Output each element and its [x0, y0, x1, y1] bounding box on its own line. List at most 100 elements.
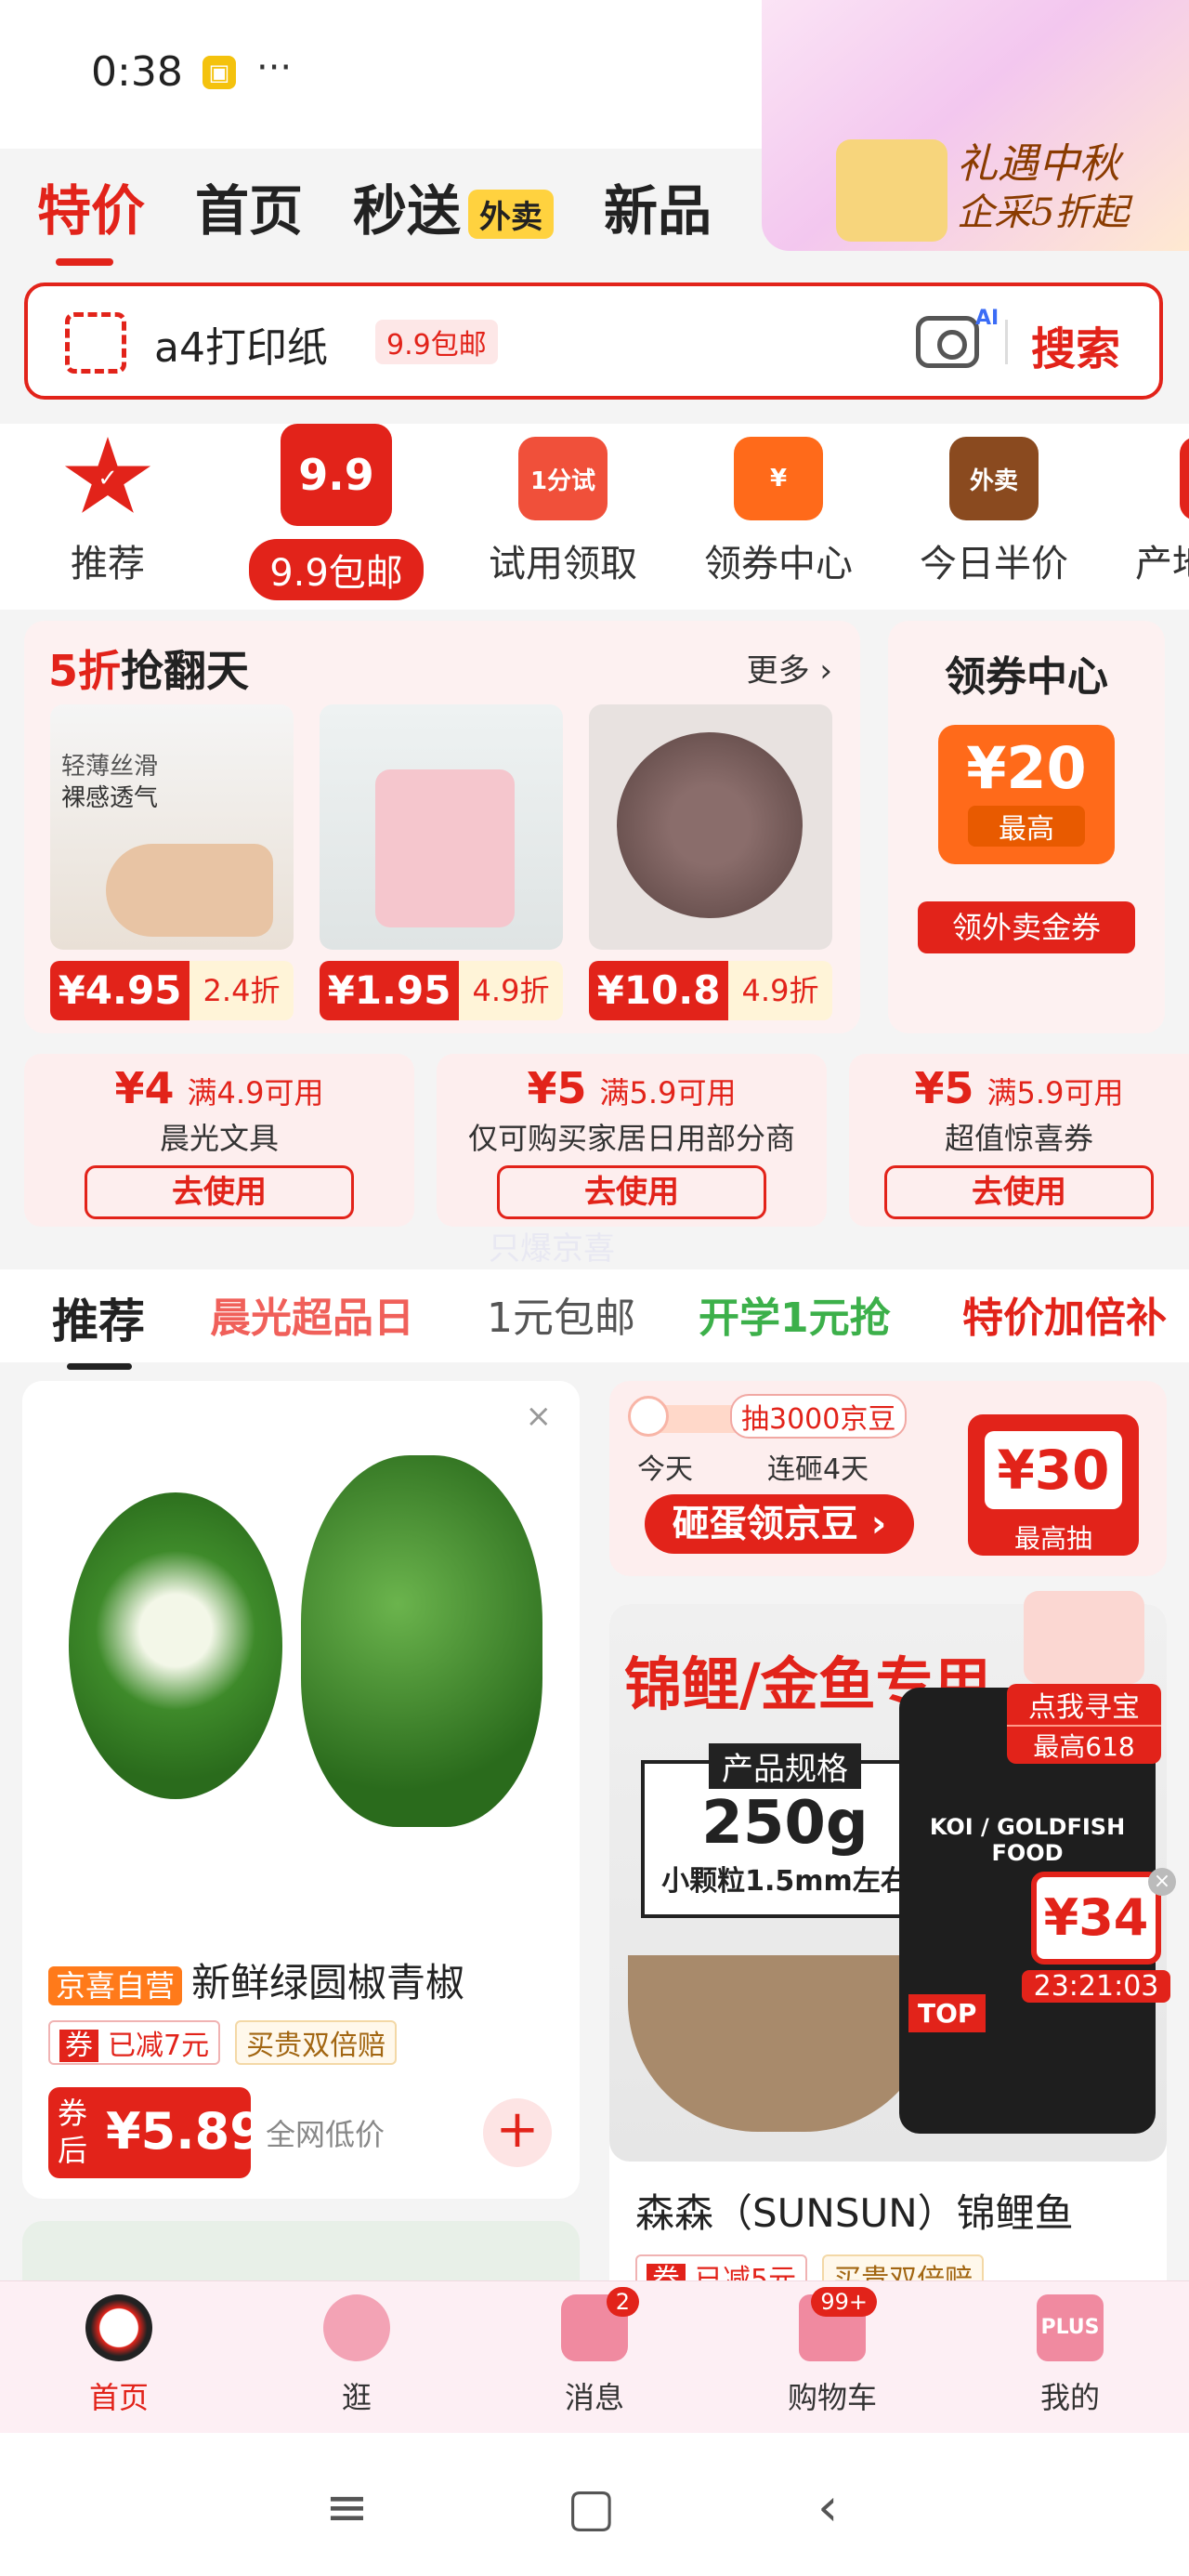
ai-badge: AI	[975, 307, 1000, 330]
coupon-condition: 满5.9可用	[599, 1075, 737, 1111]
feed-tab-one-yuan[interactable]: 1元包邮	[487, 1284, 635, 1344]
menu-icon[interactable]: ≡	[325, 2477, 369, 2538]
deal-product[interactable]: 轻薄丝滑 裸感透气 ¥4.95 2.4折	[50, 704, 294, 1020]
search-button[interactable]: 搜索	[1031, 312, 1120, 377]
progress-knob	[628, 1396, 669, 1437]
nav-home[interactable]: 首页	[54, 2294, 184, 2417]
buns-product-image	[589, 704, 832, 950]
notification-icon: ▣	[203, 56, 236, 89]
origin-icon	[1180, 437, 1189, 520]
category-trial[interactable]: 1分试 试用领取	[461, 424, 665, 587]
product-name: 森森（SUNSUN）锦鲤鱼	[635, 2190, 1074, 2236]
close-icon[interactable]: ×	[526, 1398, 553, 1435]
coupon-center-card[interactable]: 领券中心 ¥20 最高 领外卖金券	[888, 621, 1165, 1033]
low-price-label: 全网低价	[266, 2117, 385, 2152]
today-label: 今天	[637, 1453, 693, 1486]
smash-egg-card[interactable]: 抽3000京豆 今天 连砸4天 砸蛋领京豆 › ¥30 最高抽	[609, 1381, 1167, 1576]
bottom-navigation: 首页 逛 2 消息 99+ 购物车 PLUS 我的	[0, 2280, 1189, 2433]
category-label: 今日半价	[920, 543, 1068, 585]
product-name: 京喜自营 新鲜绿圆椒青椒	[48, 1952, 464, 2008]
bean-reward-label: 抽3000京豆	[730, 1394, 908, 1439]
reward-ticket: ¥30 最高抽	[968, 1414, 1139, 1556]
top-navigation: 特价 首页 秒送 外卖 新品	[37, 167, 712, 266]
takeout-badge: 外卖	[468, 190, 555, 240]
socks-product-image: 轻薄丝滑 裸感透气	[50, 704, 294, 950]
promo-line-2: 企采5折起	[957, 191, 1130, 234]
nav-messages[interactable]: 2 消息	[529, 2287, 660, 2417]
search-hint-tag: 9.9包邮	[375, 320, 498, 364]
product-tags: 券已减7元 买贵双倍赔	[48, 2020, 398, 2065]
add-to-cart-button[interactable]: +	[483, 2098, 552, 2167]
search-divider	[1005, 320, 1008, 364]
category-recommend[interactable]: ✓ 推荐	[6, 424, 210, 587]
nav-profile[interactable]: PLUS 我的	[1005, 2294, 1135, 2417]
ghost-text: 只爆京喜	[489, 1230, 615, 1268]
treasure-chest-icon	[1024, 1591, 1144, 1684]
nav-browse[interactable]: 逛	[292, 2294, 422, 2417]
smash-egg-button[interactable]: 砸蛋领京豆 ›	[645, 1494, 914, 1554]
category-label: 领券中心	[704, 543, 853, 585]
coupon-description: 超值惊喜券	[944, 1121, 1093, 1156]
nav-cart[interactable]: 99+ 购物车	[767, 2287, 897, 2417]
plus-member-icon: PLUS	[1037, 2294, 1104, 2361]
use-coupon-button[interactable]: 去使用	[884, 1165, 1154, 1219]
category-nine-nine[interactable]: 9.9 9.9包邮	[234, 424, 438, 600]
coupon-amount: ¥5	[527, 1063, 587, 1113]
back-icon[interactable]: ‹	[817, 2477, 838, 2538]
app-page: 0:38 ▣ ··· 🔕 5G ▂▄▆ 5G ▂▄▆ ◠ 10 礼遇中秋 企采5…	[0, 0, 1189, 2576]
gift-box-icon	[836, 139, 947, 242]
feed-tab-chenguang[interactable]: 晨光超品日	[210, 1284, 414, 1344]
treasure-hunt-widget[interactable]: 点我寻宝 最高618	[1007, 1591, 1161, 1764]
deal-price: ¥1.95 4.9折	[320, 961, 563, 1020]
takeout-coupon-button[interactable]: 领外卖金券	[918, 901, 1135, 953]
promo-line-1: 礼遇中秋	[957, 140, 1120, 188]
category-label: 9.9包邮	[249, 539, 424, 600]
star-check-icon: ✓	[64, 437, 151, 513]
mid-autumn-promo-banner[interactable]: 礼遇中秋 企采5折起	[762, 0, 1189, 251]
camera-search-icon[interactable]	[916, 316, 979, 368]
takeout-bag-icon: 外卖	[949, 437, 1039, 520]
feed-tab-school[interactable]: 开学1元抢	[699, 1284, 891, 1344]
coupon-description: 晨光文具	[159, 1121, 279, 1156]
coupon-card[interactable]: ¥5 满5.9可用 仅可购买家居日用部分商 去使用	[437, 1054, 827, 1227]
tab-new-products[interactable]: 新品	[604, 167, 712, 245]
feed-tab-recommend[interactable]: 推荐	[52, 1284, 145, 1370]
trial-bag-icon: 1分试	[518, 437, 608, 520]
status-time: 0:38	[91, 48, 183, 96]
green-pepper-image: ×	[22, 1381, 580, 1935]
deal-more-link[interactable]: 更多 ›	[747, 645, 832, 690]
tab-home[interactable]: 首页	[195, 167, 303, 245]
search-bar[interactable]: a4打印纸 9.9包邮 AI 搜索	[24, 283, 1163, 400]
category-label: 产地	[1135, 543, 1189, 585]
deal-product[interactable]: ¥10.8 4.9折	[589, 704, 832, 1020]
deal-title: 5折抢翻天	[48, 646, 250, 696]
coupon-card[interactable]: ¥5 满5.9可用 超值惊喜券 去使用	[849, 1054, 1189, 1227]
use-coupon-button[interactable]: 去使用	[497, 1165, 766, 1219]
use-coupon-button[interactable]: 去使用	[85, 1165, 354, 1219]
tab-instant-delivery[interactable]: 秒送 外卖	[353, 167, 555, 245]
product-price: 券后 ¥5.89	[48, 2087, 265, 2178]
system-navigation: ≡ ▢ ‹	[0, 2433, 1189, 2576]
product-card-green-pepper[interactable]: × 京喜自营 新鲜绿圆椒青椒 券已减7元 买贵双倍赔 券后 ¥5.89 全网低价 …	[22, 1381, 580, 2199]
countdown-widget[interactable]: × ¥34 23:21:03	[1022, 1868, 1176, 2030]
category-row: ✓ 推荐 9.9 9.9包邮 1分试 试用领取 ¥ 领券中心 外卖 今日半价 产…	[0, 424, 1189, 610]
category-origin[interactable]: 产地	[1096, 424, 1189, 587]
deal-product[interactable]: ¥1.95 4.9折	[320, 704, 563, 1020]
category-coupon-center[interactable]: ¥ 领券中心	[676, 424, 881, 587]
home-icon[interactable]: ▢	[567, 2477, 616, 2538]
feed-tab-double-subsidy[interactable]: 特价加倍补	[962, 1284, 1167, 1344]
scan-icon[interactable]	[65, 312, 126, 374]
jd-mascot-icon	[85, 2294, 152, 2361]
pink-cup-product-image	[320, 704, 563, 950]
tab-special-price[interactable]: 特价	[37, 167, 145, 266]
coupon-card[interactable]: ¥4 满4.9可用 晨光文具 去使用	[24, 1054, 414, 1227]
half-price-deals-card[interactable]: 5折抢翻天 更多 › 轻薄丝滑 裸感透气 ¥4.95 2.4折 ¥1.95 4.…	[24, 621, 860, 1033]
feed-tabs: 推荐 晨光超品日 1元包邮 开学1元抢 特价加倍补	[0, 1269, 1189, 1370]
planet-icon	[323, 2294, 390, 2361]
streak-label: 连砸4天	[767, 1453, 869, 1486]
category-half-price[interactable]: 外卖 今日半价	[892, 424, 1096, 587]
message-icon: 2	[561, 2287, 639, 2361]
search-input[interactable]: a4打印纸	[154, 314, 328, 374]
close-icon[interactable]: ×	[1148, 1868, 1176, 1896]
coupon-amount: ¥5	[914, 1063, 974, 1113]
